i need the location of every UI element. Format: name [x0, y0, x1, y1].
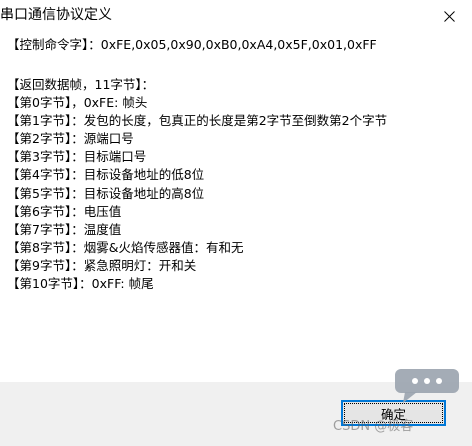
byte-line-1: 【第1字节】：发包的长度，包真正的长度是第2字节至倒数第2个字节	[7, 113, 388, 129]
header-line: 【返回数据帧，11字节】：	[7, 77, 155, 92]
byte-line-5: 【第5字节】：目标设备地址的高8位	[7, 185, 205, 201]
byte-line-2: 【第2字节】：源端口号	[7, 131, 134, 147]
byte-line-6: 【第6字节】：电压值	[7, 203, 122, 219]
close-button[interactable]	[426, 0, 472, 32]
window-title: 串口通信协议定义	[0, 7, 112, 23]
command-line: 【控制命令字】：0xFE,0x05,0x90,0xB0,0xA4,0x5F,0x…	[7, 37, 377, 52]
byte-line-0: 【第0字节】，0xFE: 帧头	[7, 95, 148, 111]
byte-line-10: 【第10字节】：0xFF: 帧尾	[7, 276, 154, 292]
chat-bubble-icon	[395, 369, 459, 403]
byte-line-9: 【第9字节】：紧急照明灯：开和关	[7, 257, 197, 273]
title-bar: 串口通信协议定义	[0, 0, 472, 32]
byte-line-8: 【第8字节】：烟雾&火焰传感器值：有和无	[7, 239, 244, 255]
close-icon	[443, 10, 455, 22]
byte-line-3: 【第3字节】：目标端口号	[7, 149, 147, 165]
protocol-lines: 【返回数据帧，11字节】： 【第0字节】，0xFE: 帧头 【第1字节】：发包的…	[7, 76, 387, 293]
byte-line-7: 【第7字节】：温度值	[7, 221, 122, 237]
byte-line-4: 【第4字节】：目标设备地址的低8位	[7, 167, 205, 183]
